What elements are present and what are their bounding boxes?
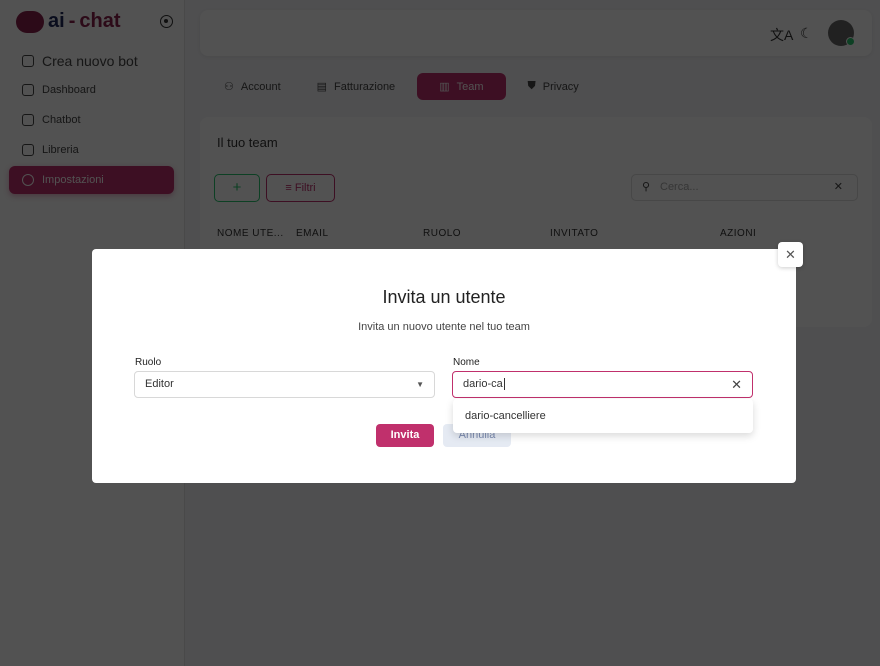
column-header[interactable]: RUOLO bbox=[423, 228, 461, 239]
column-header[interactable]: EMAIL bbox=[296, 228, 329, 239]
caret-down-icon: ▼ bbox=[416, 380, 424, 389]
clear-search-icon[interactable]: ✕ bbox=[834, 175, 843, 200]
search-input[interactable]: ⚲ Cerca... ✕ bbox=[631, 174, 858, 201]
shield-icon: ⛊ bbox=[527, 80, 536, 92]
sidebar-item-impostazioni[interactable]: Impostazioni bbox=[9, 166, 174, 194]
column-header[interactable]: INVITATO bbox=[550, 228, 598, 239]
users-icon: ⚇ bbox=[224, 81, 234, 93]
avatar[interactable] bbox=[828, 20, 855, 46]
clear-icon[interactable]: ✕ bbox=[731, 372, 742, 397]
close-icon: ✕ bbox=[785, 247, 796, 262]
topbar: 文A ☾ bbox=[200, 10, 872, 56]
home-icon bbox=[22, 84, 34, 96]
role-select[interactable]: Editor ▼ bbox=[134, 371, 435, 398]
tab-fatturazione[interactable]: ▤ Fatturazione bbox=[303, 73, 410, 100]
filter-button[interactable]: ≡ Filtri bbox=[266, 174, 335, 202]
plus-square-icon bbox=[22, 55, 34, 67]
dialog-title: Invita un utente bbox=[382, 287, 506, 307]
filter-icon: ≡ bbox=[285, 182, 295, 194]
dark-mode-icon[interactable]: ☾ bbox=[800, 25, 813, 42]
chat-bubble-icon bbox=[16, 10, 44, 33]
tab-account[interactable]: ⚇ Account bbox=[210, 73, 295, 100]
tab-team[interactable]: ▥ Team bbox=[417, 73, 506, 100]
close-dialog-button[interactable]: ✕ bbox=[778, 242, 803, 267]
sidebar-item-chatbot[interactable]: Chatbot bbox=[9, 106, 174, 134]
gear-icon bbox=[22, 174, 34, 186]
collapse-sidebar-icon[interactable] bbox=[160, 15, 173, 28]
sidebar-item-crea-nuovo-bot[interactable]: Crea nuovo bot bbox=[9, 48, 174, 74]
building-icon: ▥ bbox=[439, 81, 450, 93]
translate-icon[interactable]: 文A bbox=[770, 25, 793, 45]
invite-user-dialog: Invita un utente Invita un nuovo utente … bbox=[92, 249, 796, 483]
tab-privacy[interactable]: ⛊ Privacy bbox=[514, 73, 593, 100]
search-icon: ⚲ bbox=[642, 181, 651, 193]
file-icon: ▤ bbox=[316, 81, 328, 93]
dialog-subtitle: Invita un nuovo utente nel tuo team bbox=[358, 321, 530, 333]
invite-button[interactable]: Invita bbox=[376, 424, 434, 447]
autocomplete-dropdown: dario-cancelliere bbox=[453, 399, 753, 433]
text-cursor bbox=[503, 378, 505, 390]
sidebar-item-dashboard[interactable]: Dashboard bbox=[9, 76, 174, 104]
library-icon bbox=[22, 144, 34, 156]
add-user-button[interactable]: + bbox=[214, 174, 260, 202]
name-label: Nome bbox=[453, 357, 480, 368]
autocomplete-option[interactable]: dario-cancelliere bbox=[453, 399, 753, 433]
column-header: AZIONI bbox=[720, 228, 757, 239]
name-input[interactable]: dario-ca ✕ bbox=[452, 371, 753, 398]
role-label: Ruolo bbox=[135, 357, 162, 368]
robot-icon bbox=[22, 114, 34, 126]
card-title: Il tuo team bbox=[217, 135, 278, 150]
logo[interactable]: ai - chat bbox=[16, 10, 120, 33]
column-header[interactable]: NOME UTE... bbox=[217, 228, 284, 239]
sidebar-item-libreria[interactable]: Libreria bbox=[9, 136, 174, 164]
